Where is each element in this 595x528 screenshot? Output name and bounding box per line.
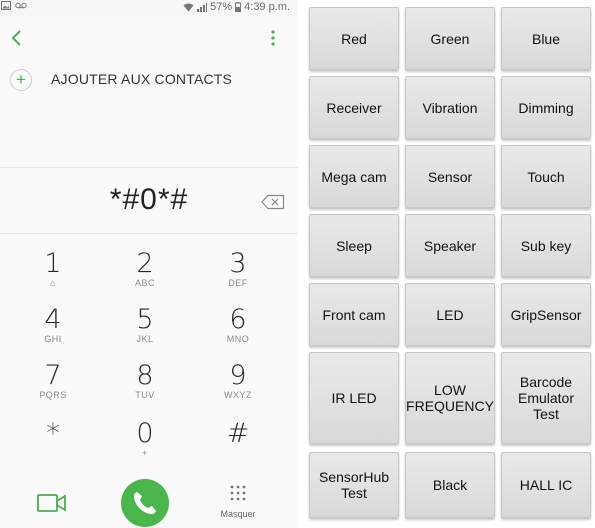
test-menu-grid: Red Green Blue Receiver Vibration Dimming Mega… bbox=[298, 0, 595, 528]
add-icon: + bbox=[10, 69, 32, 91]
back-arrow-icon[interactable] bbox=[6, 26, 28, 50]
key-1[interactable]: 2 ABC bbox=[99, 250, 191, 306]
key-digit: 2 bbox=[136, 248, 154, 279]
test-button-17[interactable]: Barcode Emulator Test bbox=[501, 352, 591, 444]
test-button-13[interactable]: LED bbox=[405, 283, 495, 346]
key-7[interactable]: 8 TUV bbox=[99, 362, 191, 418]
test-button-18[interactable]: SensorHub Test bbox=[309, 452, 399, 518]
test-button-15[interactable]: IR LED bbox=[309, 352, 399, 444]
key-5[interactable]: 6 MNO bbox=[192, 306, 284, 362]
key-digit: 1 bbox=[44, 248, 62, 279]
key-letters: TUV bbox=[135, 390, 155, 400]
test-button-0[interactable]: Red bbox=[309, 7, 399, 70]
status-bar: 57% 4:39 p.m. bbox=[0, 0, 298, 16]
test-button-2[interactable]: Blue bbox=[501, 7, 591, 70]
test-button-10[interactable]: Speaker bbox=[405, 214, 495, 277]
add-to-contacts-label: AJOUTER AUX CONTACTS bbox=[51, 71, 233, 87]
test-button-12[interactable]: Front cam bbox=[309, 283, 399, 346]
backspace-icon[interactable] bbox=[261, 194, 285, 210]
key-digit: 9 bbox=[229, 360, 247, 391]
key-letters: WXYZ bbox=[224, 390, 252, 400]
key-letters: MNO bbox=[226, 334, 250, 344]
key-digit: 8 bbox=[136, 360, 154, 391]
key-letters: ⌂ bbox=[50, 278, 56, 288]
phone-icon bbox=[134, 492, 156, 514]
image-notification-icon bbox=[1, 1, 11, 10]
test-button-1[interactable]: Green bbox=[405, 7, 495, 70]
test-button-19[interactable]: Black bbox=[405, 452, 495, 518]
key-0[interactable]: 1 ⌂ bbox=[7, 250, 99, 306]
test-button-11[interactable]: Sub key bbox=[501, 214, 591, 277]
dialpad-icon bbox=[230, 485, 246, 501]
dialed-number[interactable]: *#0*# bbox=[0, 183, 298, 217]
test-button-16[interactable]: LOW FREQUENCY bbox=[405, 352, 495, 444]
key-6[interactable]: 7 PQRS bbox=[7, 362, 99, 418]
hide-keypad-button[interactable]: Masquer bbox=[218, 484, 258, 528]
key-8[interactable]: 9 WXYZ bbox=[192, 362, 284, 418]
test-button-7[interactable]: Sensor bbox=[405, 145, 495, 208]
key-digit: # bbox=[226, 418, 250, 449]
add-to-contacts-button[interactable]: + AJOUTER AUX CONTACTS bbox=[0, 60, 298, 100]
battery-icon bbox=[235, 2, 242, 12]
hide-label: Masquer bbox=[220, 509, 256, 519]
test-button-3[interactable]: Receiver bbox=[309, 76, 399, 139]
key-letters: ABC bbox=[134, 278, 155, 288]
key-letters: + bbox=[142, 448, 148, 458]
test-button-9[interactable]: Sleep bbox=[309, 214, 399, 277]
voicemail-notification-icon bbox=[15, 2, 27, 9]
key-digit: 4 bbox=[44, 304, 62, 335]
call-button[interactable] bbox=[121, 479, 169, 527]
video-call-icon[interactable] bbox=[37, 492, 67, 514]
test-button-4[interactable]: Vibration bbox=[405, 76, 495, 139]
key-digit: 5 bbox=[136, 304, 154, 335]
key-3[interactable]: 4 GHI bbox=[7, 306, 99, 362]
key-digit: 3 bbox=[229, 248, 247, 279]
key-digit: 0 bbox=[136, 418, 154, 449]
dialer-screen: 57% 4:39 p.m. + AJOUTER AUX CONTACTS *#0… bbox=[0, 0, 298, 528]
key-digit: * bbox=[46, 418, 60, 449]
signal-icon bbox=[197, 2, 208, 12]
test-button-14[interactable]: GripSensor bbox=[501, 283, 591, 346]
test-button-6[interactable]: Mega cam bbox=[309, 145, 399, 208]
key-letters: GHI bbox=[44, 334, 62, 344]
test-button-20[interactable]: HALL IC bbox=[501, 452, 591, 518]
call-bar: Masquer bbox=[0, 468, 298, 528]
test-button-8[interactable]: Touch bbox=[501, 145, 591, 208]
clock: 4:39 p.m. bbox=[244, 1, 290, 13]
more-options-icon[interactable] bbox=[268, 28, 278, 48]
key-2[interactable]: 3 DEF bbox=[192, 250, 284, 306]
key-letters: JKL bbox=[136, 334, 154, 344]
key-digit: 7 bbox=[44, 360, 62, 391]
wifi-icon bbox=[183, 3, 194, 11]
key-letters: DEF bbox=[228, 278, 248, 288]
key-4[interactable]: 5 JKL bbox=[99, 306, 191, 362]
dialer-toolbar bbox=[0, 16, 298, 60]
battery-percent: 57% bbox=[210, 1, 233, 13]
number-entry-area: *#0*# bbox=[0, 167, 298, 234]
key-letters: PQRS bbox=[39, 390, 67, 400]
test-button-5[interactable]: Dimming bbox=[501, 76, 591, 139]
key-digit: 6 bbox=[229, 304, 247, 335]
